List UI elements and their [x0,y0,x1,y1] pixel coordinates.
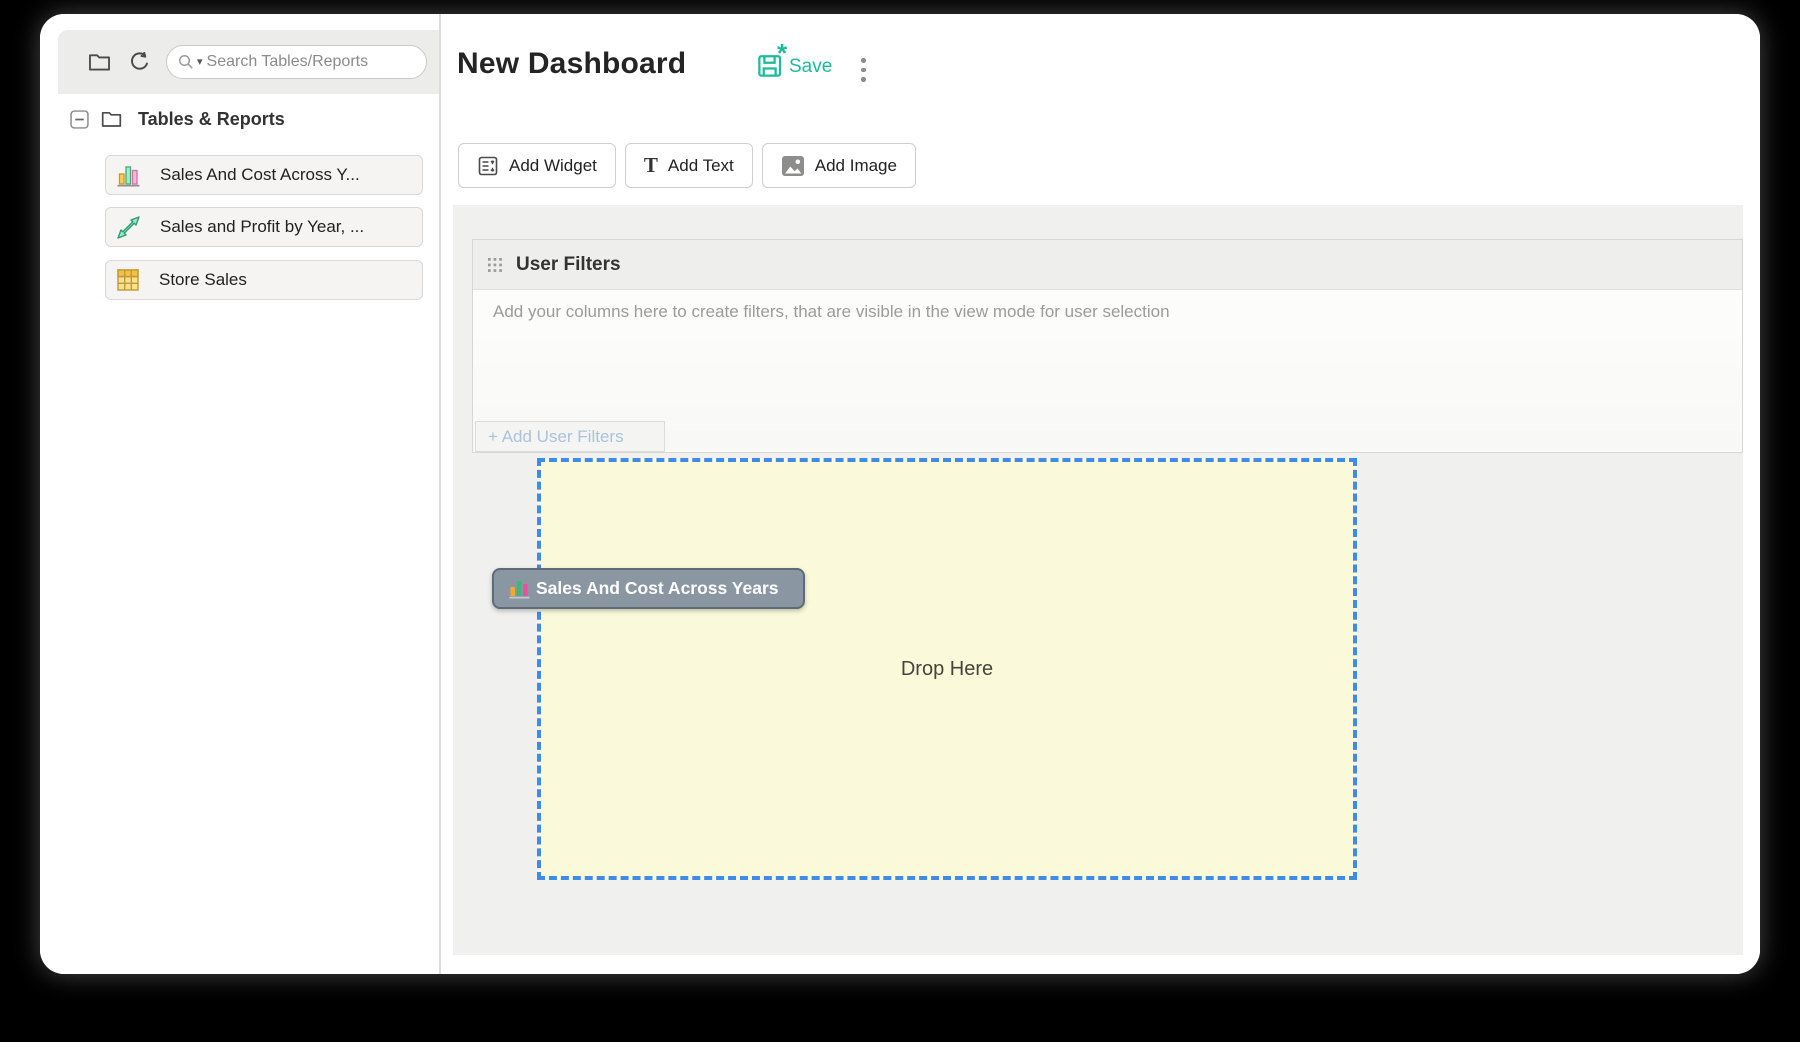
toolbar: Add Widget T Add Text Add Image [458,143,916,188]
sidebar: ▾ Tables & Reports [40,14,441,974]
search-box[interactable]: ▾ [166,45,427,79]
add-text-button[interactable]: T Add Text [625,143,753,188]
add-widget-button[interactable]: Add Widget [458,143,616,188]
dashboard-canvas: User Filters Add your columns here to cr… [453,205,1743,955]
report-item-label: Sales and Profit by Year, ... [160,217,364,237]
search-scope-caret-icon[interactable]: ▾ [197,57,203,68]
drop-here-label: Drop Here [901,658,993,681]
add-text-label: Add Text [668,156,734,176]
folder-browse-icon[interactable] [86,49,113,75]
dragged-report-chip[interactable]: Sales And Cost Across Years [492,568,805,609]
user-filters-title: User Filters [516,254,621,276]
folder-icon [99,107,124,131]
add-user-filters-button[interactable]: + Add User Filters [475,421,665,452]
main-area: New Dashboard * Save [443,14,1760,974]
refresh-icon[interactable] [126,49,153,75]
bar-chart-icon [115,162,142,189]
table-grid-icon [115,267,141,293]
sidebar-header: ▾ [58,30,439,94]
tree-root-label: Tables & Reports [134,109,285,130]
trend-arrow-icon [115,214,142,241]
search-input[interactable] [205,52,416,72]
drag-handle-icon[interactable] [486,256,504,274]
app-window: ▾ Tables & Reports [40,14,1760,974]
user-filters-panel: User Filters Add your columns here to cr… [472,239,1743,453]
save-icon: * [755,50,785,80]
widget-drop-zone[interactable]: Drop Here [537,458,1357,880]
bar-chart-icon [507,577,531,601]
add-image-button[interactable]: Add Image [762,143,916,188]
page-title: New Dashboard [457,47,686,81]
report-item-sales-and-profit[interactable]: Sales and Profit by Year, ... [105,207,423,247]
report-item-label: Sales And Cost Across Y... [160,165,360,185]
user-filters-hint: Add your columns here to create filters,… [493,302,1170,321]
report-item-sales-and-cost[interactable]: Sales And Cost Across Y... [105,155,423,195]
text-icon: T [644,153,658,178]
drag-chip-label: Sales And Cost Across Years [536,578,779,599]
collapse-minus-icon[interactable] [70,110,89,129]
more-options-kebab-icon[interactable] [855,56,872,84]
image-icon [781,155,805,177]
search-icon [177,53,195,71]
widget-icon [477,155,499,177]
unsaved-star: * [777,38,787,69]
add-widget-label: Add Widget [509,156,597,176]
save-label: Save [789,56,832,80]
save-button[interactable]: * Save [755,50,832,80]
user-filters-header[interactable]: User Filters [473,240,1742,290]
report-item-store-sales[interactable]: Store Sales [105,260,423,300]
report-item-label: Store Sales [159,270,247,290]
add-user-filters-label: + Add User Filters [488,427,624,447]
add-image-label: Add Image [815,156,897,176]
tree-root-row[interactable]: Tables & Reports [70,107,285,131]
